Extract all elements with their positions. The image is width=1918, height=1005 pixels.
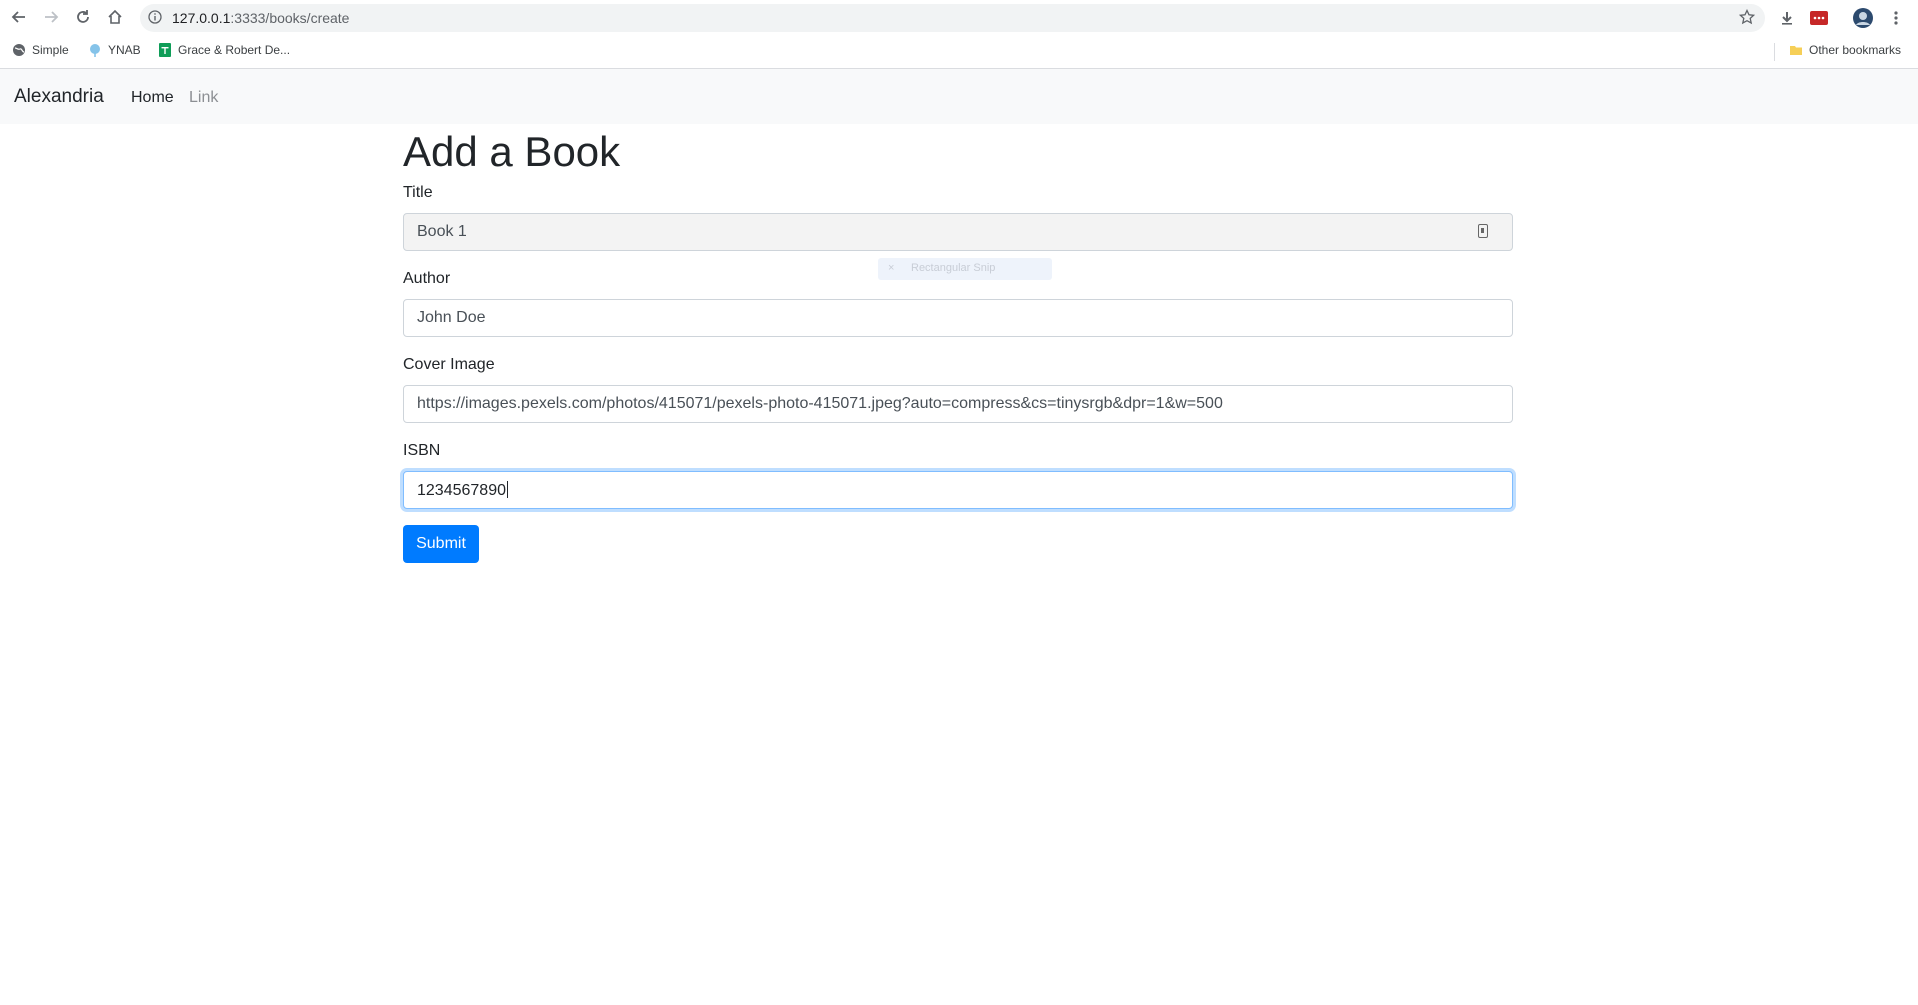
author-input-value: John Doe [417,309,486,326]
title-input-value: Book 1 [417,223,467,240]
info-icon[interactable] [148,10,162,29]
bookmark-label: Grace & Robert De... [178,43,291,57]
browser-toolbar: 127.0.0.1:3333/books/create [0,0,1918,35]
title-label: Title [403,184,433,201]
bookmark-star-icon[interactable] [1738,8,1756,30]
folder-icon [1790,46,1802,55]
isbn-input[interactable]: 1234567890 [403,471,1513,509]
cover-image-input[interactable]: https://images.pexels.com/photos/415071/… [403,385,1513,423]
isbn-input-value: 1234567890 [417,481,508,500]
url-text: 127.0.0.1:3333/books/create [172,10,349,26]
lastpass-extension-icon[interactable] [1808,7,1830,29]
snip-label: Rectangular Snip [911,262,996,274]
isbn-label: ISBN [403,442,441,459]
author-input[interactable]: John Doe [403,299,1513,337]
submit-button[interactable]: Submit [403,525,479,563]
title-input[interactable]: Book 1 [403,213,1513,251]
page-title: Add a Book [403,128,621,175]
snip-tool-overlay: × Rectangular Snip [878,258,1052,280]
cover-image-label: Cover Image [403,356,495,373]
back-arrow-icon[interactable] [8,6,30,28]
text-caret [506,481,508,498]
url-path: :3333/books/create [230,10,350,26]
bookmark-simple[interactable]: Simple [12,43,69,57]
navbar-brand[interactable]: Alexandria [14,86,104,108]
profile-avatar-icon[interactable] [1852,7,1874,29]
snip-close-icon[interactable]: × [888,262,894,274]
forward-arrow-icon[interactable] [40,6,62,28]
bookmarks-divider [1774,43,1775,61]
cover-image-input-value: https://images.pexels.com/photos/415071/… [417,395,1223,412]
bookmark-other[interactable]: Other bookmarks [1789,43,1901,57]
sheets-icon [159,43,171,57]
autofill-icon[interactable] [1478,224,1488,238]
isbn-value-text: 1234567890 [417,482,506,499]
nav-link-home[interactable]: Home [131,89,174,107]
bookmarks-bar: Simple YNAB Grace & Robert De... Other b… [0,35,1918,69]
menu-kebab-icon[interactable] [1885,7,1907,29]
reload-icon[interactable] [72,6,94,28]
bookmark-label: Simple [32,43,69,57]
bookmark-ynab[interactable]: YNAB [88,43,141,57]
site-navbar: Alexandria Home Link [0,69,1918,124]
other-bookmarks-label: Other bookmarks [1809,43,1902,57]
author-label: Author [403,270,451,287]
home-icon[interactable] [104,6,126,28]
globe-icon [13,44,25,56]
url-host: 127.0.0.1 [172,10,231,26]
download-icon[interactable] [1776,7,1798,29]
nav-link-link[interactable]: Link [189,89,218,107]
bookmark-label: YNAB [108,43,141,57]
address-bar[interactable]: 127.0.0.1:3333/books/create [140,4,1765,32]
bookmark-grace-robert[interactable]: Grace & Robert De... [158,43,290,57]
tree-icon [90,44,100,57]
